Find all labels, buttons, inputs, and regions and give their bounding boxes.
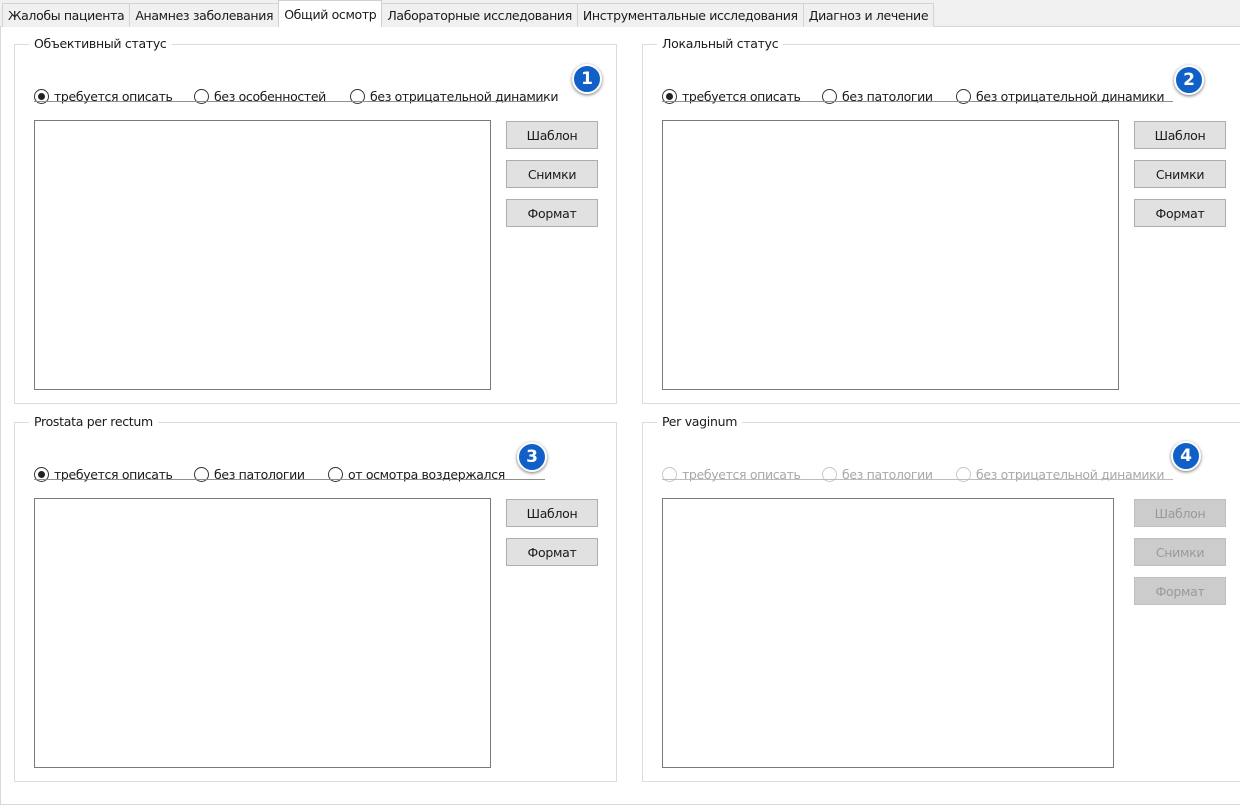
format-button: Формат [1134, 577, 1226, 605]
images-button: Снимки [1134, 538, 1226, 566]
radio-refrained-from-exam[interactable]: от осмотра воздержался [328, 465, 505, 483]
tab-list: Жалобы пациента Анамнез заболевания Общи… [2, 0, 935, 27]
prostata-text[interactable] [34, 498, 491, 768]
separator-line [662, 101, 1173, 102]
tab-anamnesis[interactable]: Анамнез заболевания [129, 3, 279, 27]
tab-lab-tests[interactable]: Лабораторные исследования [382, 3, 577, 27]
separator-line [34, 479, 545, 480]
radio-requires-description[interactable]: требуется описать [662, 87, 801, 105]
radio-no-pathology[interactable]: без патологии [194, 465, 305, 483]
tab-general-exam[interactable]: Общий осмотр [278, 0, 383, 27]
images-button[interactable]: Снимки [506, 160, 598, 188]
objective-status-text[interactable] [34, 120, 491, 390]
local-status-group: Локальный статус требуется описать без п… [642, 36, 1240, 404]
template-button[interactable]: Шаблон [506, 121, 598, 149]
radio-no-pathology: без патологии [822, 465, 933, 483]
tab-complaints[interactable]: Жалобы пациента [2, 3, 130, 27]
format-button[interactable]: Формат [1134, 199, 1226, 227]
tab-bar: Жалобы пациента Анамнез заболевания Общи… [0, 0, 1240, 27]
tab-diagnosis-treatment[interactable]: Диагноз и лечение [802, 3, 935, 27]
radio-no-pathology[interactable]: без патологии [822, 87, 933, 105]
local-status-text[interactable] [662, 120, 1119, 390]
separator-line [34, 101, 545, 102]
badge-number: 2 [1174, 65, 1204, 95]
radio-no-negative-dynamics[interactable]: без отрицательной динамики [350, 87, 559, 105]
format-button[interactable]: Формат [506, 538, 598, 566]
group-title: Per vaginum [657, 414, 743, 430]
radio-requires-description[interactable]: требуется описать [34, 87, 173, 105]
group-title: Объективный статус [29, 36, 172, 52]
tab-instrumental-tests[interactable]: Инструментальные исследования [576, 3, 803, 27]
per-vaginum-group: Per vaginum требуется описать без патоло… [642, 414, 1240, 782]
group-title: Prostata per rectum [29, 414, 158, 430]
radio-no-features[interactable]: без особенностей [194, 87, 326, 105]
badge-number: 3 [517, 442, 547, 472]
group-title: Локальный статус [657, 36, 784, 52]
template-button[interactable]: Шаблон [506, 499, 598, 527]
per-vaginum-text [662, 498, 1114, 768]
badge-number: 4 [1171, 441, 1201, 471]
badge-number: 1 [572, 64, 602, 94]
format-button[interactable]: Формат [506, 199, 598, 227]
radio-requires-description[interactable]: требуется описать [34, 465, 173, 483]
prostata-per-rectum-group: Prostata per rectum требуется описать бе… [14, 414, 617, 782]
objective-status-group: Объективный статус требуется описать без… [14, 36, 617, 404]
images-button[interactable]: Снимки [1134, 160, 1226, 188]
template-button: Шаблон [1134, 499, 1226, 527]
radio-no-negative-dynamics: без отрицательной динамики [956, 465, 1165, 483]
radio-no-negative-dynamics[interactable]: без отрицательной динамики [956, 87, 1165, 105]
separator-line [662, 479, 1173, 480]
template-button[interactable]: Шаблон [1134, 121, 1226, 149]
radio-requires-description: требуется описать [662, 465, 801, 483]
